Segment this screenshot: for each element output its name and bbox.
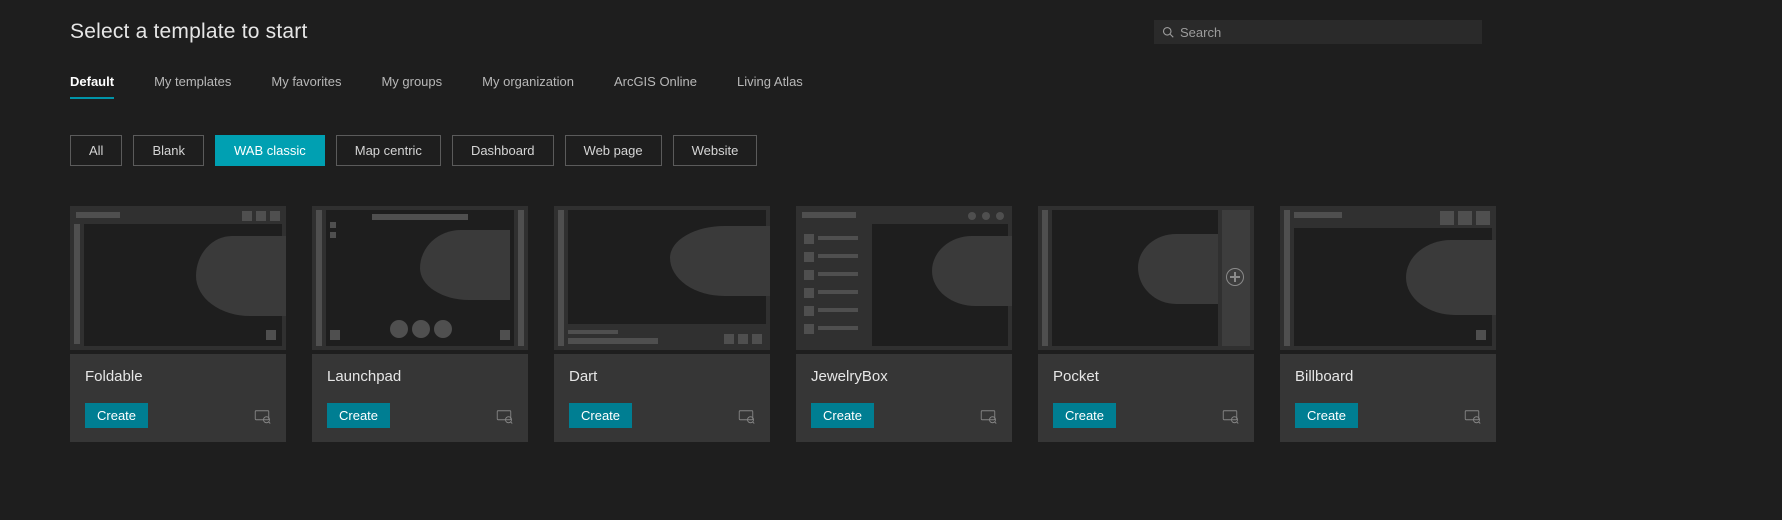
tab-arcgis-online[interactable]: ArcGIS Online — [614, 72, 697, 99]
template-thumbnail — [1038, 206, 1254, 350]
template-card-billboard[interactable]: Billboard Create — [1280, 206, 1496, 442]
template-thumbnail — [554, 206, 770, 350]
template-card-pocket[interactable]: Pocket Create — [1038, 206, 1254, 442]
preview-icon[interactable] — [253, 407, 271, 425]
template-name-label: Foldable — [85, 368, 271, 385]
tab-my-templates[interactable]: My templates — [154, 72, 231, 99]
template-name-label: Dart — [569, 368, 755, 385]
template-cards: Foldable Create Launchpad — [70, 206, 1482, 442]
search-icon — [1162, 26, 1174, 38]
preview-icon[interactable] — [495, 407, 513, 425]
template-thumbnail — [312, 206, 528, 350]
filter-dashboard[interactable]: Dashboard — [452, 135, 554, 166]
preview-icon[interactable] — [1221, 407, 1239, 425]
template-info: Launchpad Create — [312, 354, 528, 442]
filter-blank[interactable]: Blank — [133, 135, 204, 166]
template-info: Dart Create — [554, 354, 770, 442]
create-button[interactable]: Create — [85, 403, 148, 428]
create-button[interactable]: Create — [327, 403, 390, 428]
template-card-jewelrybox[interactable]: JewelryBox Create — [796, 206, 1012, 442]
tab-living-atlas[interactable]: Living Atlas — [737, 72, 803, 99]
search-input-container[interactable] — [1154, 20, 1482, 44]
create-button[interactable]: Create — [811, 403, 874, 428]
tab-my-organization[interactable]: My organization — [482, 72, 574, 99]
page-title: Select a template to start — [70, 20, 307, 44]
filter-wab-classic[interactable]: WAB classic — [215, 135, 325, 166]
filter-map-centric[interactable]: Map centric — [336, 135, 441, 166]
template-name-label: JewelryBox — [811, 368, 997, 385]
tab-default[interactable]: Default — [70, 72, 114, 99]
create-button[interactable]: Create — [1295, 403, 1358, 428]
template-card-foldable[interactable]: Foldable Create — [70, 206, 286, 442]
preview-icon[interactable] — [979, 407, 997, 425]
tab-my-favorites[interactable]: My favorites — [271, 72, 341, 99]
template-thumbnail — [1280, 206, 1496, 350]
source-tabs: Default My templates My favorites My gro… — [70, 72, 1482, 99]
template-info: Foldable Create — [70, 354, 286, 442]
template-card-dart[interactable]: Dart Create — [554, 206, 770, 442]
filter-row: All Blank WAB classic Map centric Dashbo… — [70, 135, 1482, 166]
template-name-label: Pocket — [1053, 368, 1239, 385]
template-thumbnail — [70, 206, 286, 350]
filter-all[interactable]: All — [70, 135, 122, 166]
search-input[interactable] — [1180, 25, 1474, 40]
template-name-label: Launchpad — [327, 368, 513, 385]
filter-website[interactable]: Website — [673, 135, 758, 166]
template-info: JewelryBox Create — [796, 354, 1012, 442]
template-name-label: Billboard — [1295, 368, 1481, 385]
tab-my-groups[interactable]: My groups — [381, 72, 442, 99]
template-info: Pocket Create — [1038, 354, 1254, 442]
template-thumbnail — [796, 206, 1012, 350]
preview-icon[interactable] — [737, 407, 755, 425]
template-card-launchpad[interactable]: Launchpad Create — [312, 206, 528, 442]
template-info: Billboard Create — [1280, 354, 1496, 442]
create-button[interactable]: Create — [569, 403, 632, 428]
preview-icon[interactable] — [1463, 407, 1481, 425]
create-button[interactable]: Create — [1053, 403, 1116, 428]
filter-web-page[interactable]: Web page — [565, 135, 662, 166]
